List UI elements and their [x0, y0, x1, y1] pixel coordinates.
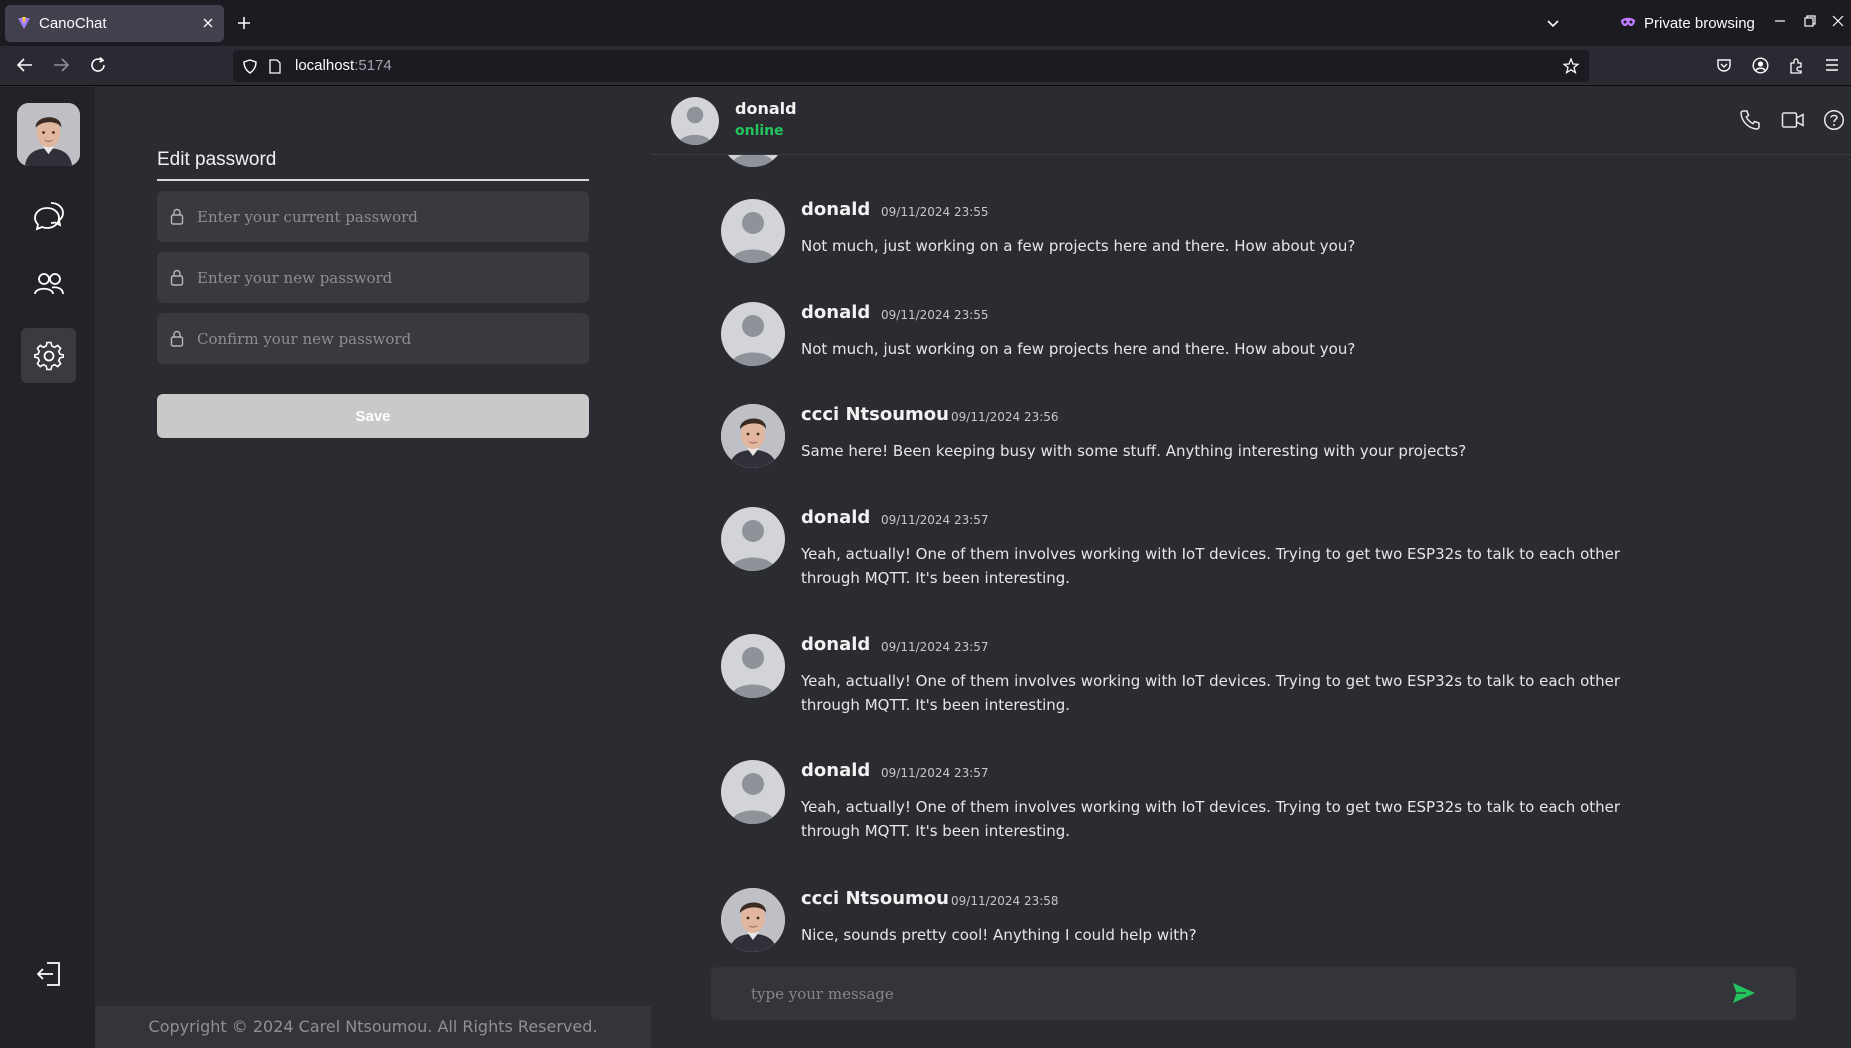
browser-tab[interactable]: CanoChat — [5, 5, 224, 42]
message-timestamp: 09/11/2024 23:55 — [881, 205, 989, 219]
page-info-icon[interactable] — [269, 59, 281, 74]
current-password-input[interactable] — [197, 191, 577, 242]
message-avatar — [721, 199, 785, 263]
sidebar-item-settings[interactable] — [21, 328, 76, 383]
message-author: donald — [801, 302, 871, 323]
logout-icon — [34, 959, 64, 989]
message-avatar — [721, 760, 785, 824]
bookmark-star-icon[interactable] — [1563, 58, 1579, 74]
gear-icon — [33, 341, 64, 371]
lock-icon — [170, 269, 184, 286]
chat-panel: donald online donald 09/11/2024 23:55 No… — [651, 87, 1851, 1048]
message-text: Yeah, actually! One of them involves wor… — [801, 798, 1621, 840]
send-icon[interactable] — [1732, 982, 1756, 1004]
list-all-tabs-icon[interactable] — [1546, 16, 1560, 30]
private-browsing-label: Private browsing — [1644, 14, 1755, 32]
message-author: donald — [801, 199, 871, 220]
user-avatar[interactable] — [17, 103, 80, 166]
close-tab-icon[interactable] — [202, 17, 214, 29]
message-timestamp: 09/11/2024 23:57 — [881, 513, 989, 527]
confirm-password-input[interactable] — [197, 313, 577, 364]
logout-button[interactable] — [21, 946, 76, 1001]
save-button[interactable]: Save — [157, 394, 589, 438]
browser-tab-bar: CanoChat Private browsing — [0, 0, 1851, 46]
current-password-field[interactable] — [157, 191, 589, 242]
icon-sidebar — [0, 87, 95, 1048]
canochat-app: Edit password Save Copyright © 2024 Care… — [0, 87, 1851, 1048]
message-author: donald — [801, 507, 871, 528]
message-avatar — [721, 404, 785, 468]
message-timestamp: 09/11/2024 23:57 — [881, 640, 989, 654]
app-menu-icon[interactable] — [1824, 57, 1840, 73]
contact-avatar[interactable] — [671, 97, 719, 145]
message-text: Not much, just working on a few projects… — [801, 340, 1356, 358]
sidebar-item-chats[interactable] — [21, 188, 76, 243]
message-composer — [711, 967, 1796, 1020]
message-avatar — [721, 155, 785, 167]
url-text: localhost:5174 — [295, 57, 392, 74]
message-text: Not much, just working on a few projects… — [801, 237, 1356, 255]
contact-name: donald — [735, 99, 797, 118]
contact-status: online — [735, 123, 784, 139]
page-title: Edit password — [157, 149, 277, 170]
message-timestamp: 09/11/2024 23:57 — [881, 766, 989, 780]
message-timestamp: 09/11/2024 23:56 — [951, 410, 1059, 424]
message-author: ccci Ntsoumou — [801, 888, 949, 909]
message-list: donald 09/11/2024 23:55 Not much, just w… — [651, 155, 1851, 955]
message-avatar — [721, 634, 785, 698]
chat-header: donald online — [651, 87, 1851, 155]
message-text: Nice, sounds pretty cool! Anything I cou… — [801, 926, 1197, 944]
address-bar[interactable]: localhost:5174 — [233, 50, 1589, 82]
message-timestamp: 09/11/2024 23:58 — [951, 894, 1059, 908]
lock-icon — [170, 330, 184, 347]
confirm-password-field[interactable] — [157, 313, 589, 364]
message-text: Yeah, actually! One of them involves wor… — [801, 545, 1621, 587]
account-icon[interactable] — [1752, 57, 1769, 74]
message-author: donald — [801, 760, 871, 781]
help-circle-icon[interactable] — [1823, 109, 1845, 131]
video-call-icon[interactable] — [1781, 109, 1805, 131]
tab-title: CanoChat — [39, 15, 107, 32]
message-author: ccci Ntsoumou — [801, 404, 949, 425]
chat-bubbles-icon — [32, 199, 66, 233]
new-tab-plus-icon[interactable] — [236, 15, 252, 31]
reload-icon[interactable] — [89, 56, 107, 74]
message-timestamp: 09/11/2024 23:55 — [881, 308, 989, 322]
minimize-window-icon[interactable] — [1774, 15, 1786, 27]
new-password-field[interactable] — [157, 252, 589, 303]
message-input[interactable] — [751, 967, 1711, 1020]
message-avatar — [721, 507, 785, 571]
message-text: Yeah, actually! One of them involves wor… — [801, 672, 1621, 714]
extensions-puzzle-icon[interactable] — [1788, 57, 1805, 74]
message-avatar — [721, 302, 785, 366]
browser-navigation-bar: localhost:5174 — [0, 46, 1851, 86]
lock-icon — [170, 208, 184, 225]
message-text: Same here! Been keeping busy with some s… — [801, 442, 1467, 460]
private-browsing-indicator: Private browsing — [1620, 12, 1755, 34]
close-window-icon[interactable] — [1832, 15, 1844, 27]
new-password-input[interactable] — [197, 252, 577, 303]
settings-panel: Edit password Save Copyright © 2024 Care… — [95, 87, 651, 1048]
sidebar-item-contacts[interactable] — [21, 257, 76, 312]
private-mask-icon — [1620, 17, 1636, 29]
pocket-icon[interactable] — [1716, 57, 1732, 73]
forward-arrow-icon[interactable] — [52, 56, 70, 74]
vite-favicon-icon — [17, 16, 31, 30]
title-underline — [157, 179, 589, 181]
copyright-footer: Copyright © 2024 Carel Ntsoumou. All Rig… — [95, 1006, 651, 1048]
restore-window-icon[interactable] — [1804, 15, 1816, 27]
phone-call-icon[interactable] — [1739, 109, 1761, 131]
message-author: donald — [801, 634, 871, 655]
back-arrow-icon[interactable] — [16, 56, 34, 74]
users-icon — [32, 268, 66, 302]
tracking-shield-icon[interactable] — [243, 59, 257, 74]
message-avatar — [721, 888, 785, 952]
